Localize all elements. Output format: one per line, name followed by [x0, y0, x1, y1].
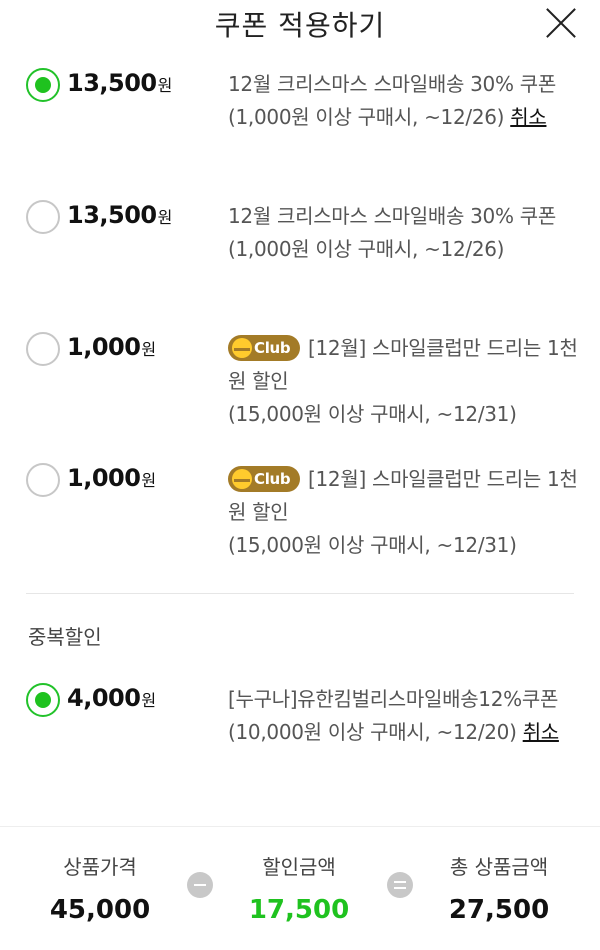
product-price-summary: 상품가격 45,000 [10, 851, 190, 925]
coupon-amount-unit: 원 [141, 471, 157, 490]
coupon-item[interactable]: 1,000원 Club [12월] 스마일클럽만 드리는 1천원 할인 (15,0… [0, 463, 600, 583]
coupon-description: [누구나]유한킴벌리스마일배송12%쿠폰 (10,000원 이상 구매시, ~1… [228, 683, 580, 749]
coupon-amount: 1,000원 [67, 333, 156, 361]
club-smile-icon [232, 469, 252, 489]
section-title-duplicate-discount: 중복할인 [28, 625, 102, 649]
coupon-condition: (15,000원 이상 구매시, ~12/31) [228, 533, 517, 557]
coupon-amount-unit: 원 [157, 208, 173, 227]
club-badge: Club [228, 466, 300, 492]
coupon-amount-unit: 원 [141, 691, 157, 710]
coupon-amount-value: 1,000 [67, 333, 141, 361]
coupon-amount-value: 13,500 [67, 69, 157, 97]
product-price-value: 45,000 [49, 895, 151, 925]
coupon-radio[interactable] [26, 463, 60, 497]
coupon-amount-unit: 원 [141, 340, 157, 359]
coupon-title: 12월 크리스마스 스마일배송 30% 쿠폰 [228, 204, 556, 228]
coupon-description: Club [12월] 스마일클럽만 드리는 1천원 할인 (15,000원 이상 … [228, 463, 580, 562]
coupon-item[interactable]: 13,500원 12월 크리스마스 스마일배송 30% 쿠폰 (1,000원 이… [0, 200, 600, 320]
coupon-amount: 13,500원 [67, 201, 172, 229]
club-smile-icon [232, 338, 252, 358]
coupon-amount: 13,500원 [67, 69, 172, 97]
price-summary: 상품가격 45,000 할인금액 17,500 총 상품금액 27,500 [0, 826, 600, 950]
coupon-item[interactable]: 13,500원 12월 크리스마스 스마일배송 30% 쿠폰 (1,000원 이… [0, 68, 600, 188]
club-badge: Club [228, 335, 300, 361]
coupon-radio[interactable] [26, 683, 60, 717]
coupon-radio[interactable] [26, 200, 60, 234]
total-label: 총 상품금액 [449, 855, 549, 879]
club-badge-label: Club [254, 339, 291, 357]
cancel-link[interactable]: 취소 [523, 720, 560, 744]
section-divider [26, 593, 574, 594]
coupon-condition: (1,000원 이상 구매시, ~12/26) [228, 105, 505, 129]
discount-summary: 할인금액 17,500 [209, 851, 389, 925]
coupon-radio[interactable] [26, 332, 60, 366]
header: 쿠폰 적용하기 [0, 0, 600, 44]
duplicate-coupon-item[interactable]: 4,000원 [누구나]유한킴벌리스마일배송12%쿠폰 (10,000원 이상 … [0, 683, 600, 803]
product-price-label: 상품가격 [63, 855, 137, 879]
discount-label: 할인금액 [262, 855, 336, 879]
discount-value: 17,500 [248, 895, 350, 925]
close-icon[interactable] [544, 6, 578, 40]
coupon-title: 12월 크리스마스 스마일배송 30% 쿠폰 [228, 72, 556, 96]
coupon-description: 12월 크리스마스 스마일배송 30% 쿠폰 (1,000원 이상 구매시, ~… [228, 68, 580, 134]
coupon-condition: (1,000원 이상 구매시, ~12/26) [228, 237, 505, 261]
coupon-condition: (10,000원 이상 구매시, ~12/20) [228, 720, 517, 744]
coupon-description: 12월 크리스마스 스마일배송 30% 쿠폰 (1,000원 이상 구매시, ~… [228, 200, 580, 266]
coupon-amount: 4,000원 [67, 684, 156, 712]
coupon-amount: 1,000원 [67, 464, 156, 492]
club-badge-label: Club [254, 470, 291, 488]
coupon-amount-value: 13,500 [67, 201, 157, 229]
coupon-item[interactable]: 1,000원 Club [12월] 스마일클럽만 드리는 1천원 할인 (15,0… [0, 332, 600, 452]
coupon-amount-value: 1,000 [67, 464, 141, 492]
coupon-radio[interactable] [26, 68, 60, 102]
total-value: 27,500 [448, 895, 550, 925]
coupon-description: Club [12월] 스마일클럽만 드리는 1천원 할인 (15,000원 이상 … [228, 332, 580, 431]
cancel-link[interactable]: 취소 [510, 105, 547, 129]
page-title: 쿠폰 적용하기 [214, 9, 386, 42]
coupon-condition: (15,000원 이상 구매시, ~12/31) [228, 402, 517, 426]
coupon-amount-unit: 원 [157, 76, 173, 95]
coupon-title: [누구나]유한킴벌리스마일배송12%쿠폰 [228, 687, 559, 711]
coupon-amount-value: 4,000 [67, 684, 141, 712]
total-summary: 총 상품금액 27,500 [409, 851, 589, 925]
